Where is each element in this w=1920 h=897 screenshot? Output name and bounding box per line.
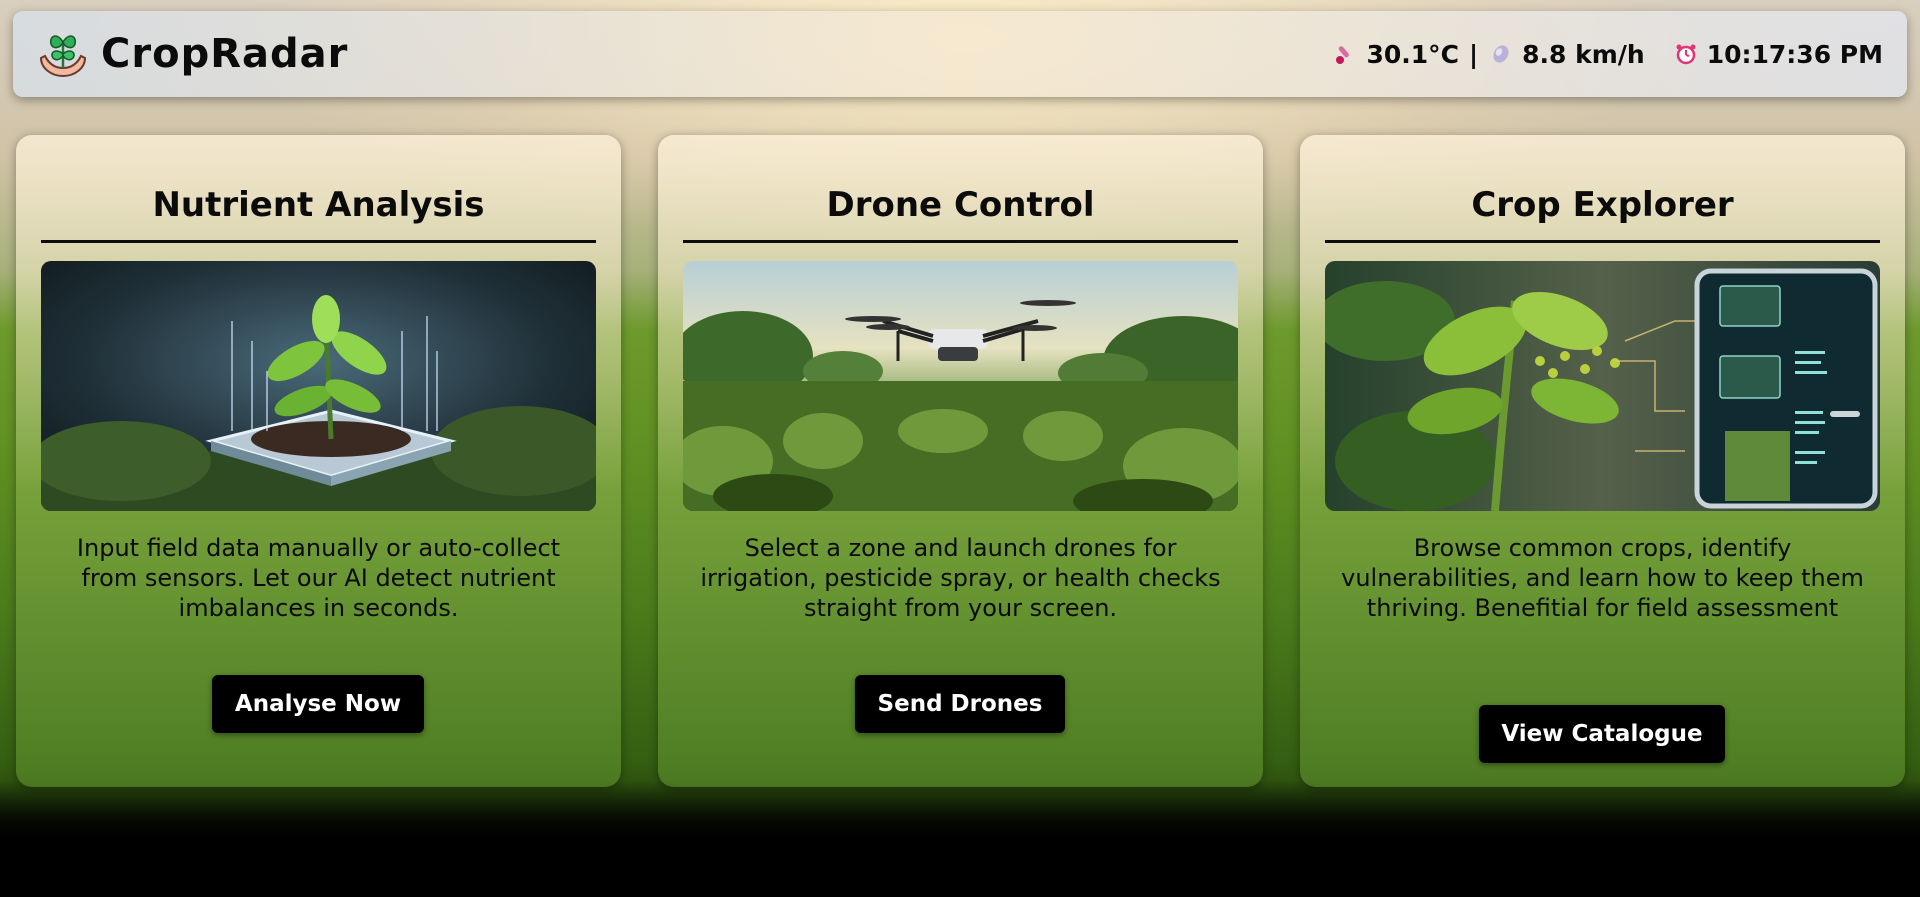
alarm-clock-icon [1676,44,1696,65]
card-crop-explorer: Crop Explorer Browse common crops, ident… [1300,135,1905,787]
card-description: Browse common crops, identify vulnerabil… [1341,534,1864,622]
drone-control-image [683,261,1238,511]
card-title: Drone Control [826,185,1095,225]
thermometer-icon [1336,46,1350,64]
title-divider [1325,240,1880,243]
temperature-value: 30.1°C [1366,39,1459,69]
status-separator: | [1468,39,1479,69]
card-description: Input field data manually or auto-collec… [76,534,561,622]
analyse-now-button[interactable]: Analyse Now [212,675,424,733]
plant-hands-icon [39,35,87,78]
send-drones-button[interactable]: Send Drones [855,675,1065,733]
title-divider [41,240,596,243]
brand[interactable]: CropRadar [37,28,348,80]
card-nutrient-analysis: Nutrient Analysis Input field data manua… [16,135,621,787]
card-description: Select a zone and launch drones for irri… [700,534,1221,622]
status-readout: 30.1°C | 8.8 km/h 10:17:36 PM [1334,40,1883,69]
view-catalogue-button[interactable]: View Catalogue [1479,705,1725,763]
wind-value: 8.8 km/h [1522,39,1645,69]
top-bar: CropRadar 30.1°C | 8.8 km/h 10:17:36 PM [13,11,1907,97]
crop-explorer-image [1325,261,1880,511]
time-value: 10:17:36 PM [1706,39,1883,69]
card-title: Crop Explorer [1471,185,1734,225]
wind-icon [1493,45,1509,63]
title-divider [683,240,1238,243]
brand-name: CropRadar [101,31,349,77]
background-fade [0,780,1920,897]
nutrient-analysis-image [41,261,596,511]
card-title: Nutrient Analysis [152,185,485,225]
card-drone-control: Drone Control Select a zone and launch d… [658,135,1263,787]
